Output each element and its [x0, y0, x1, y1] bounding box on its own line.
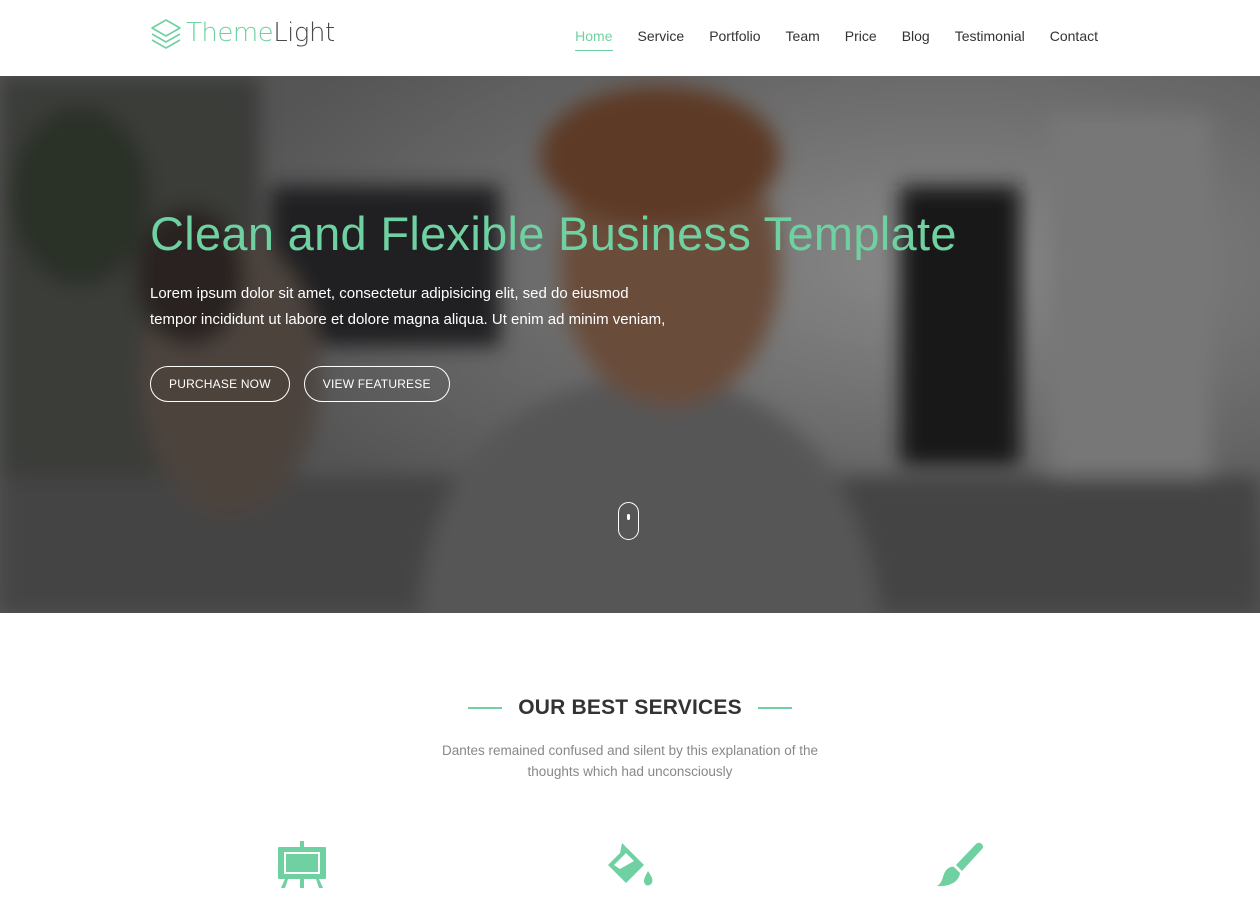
brand-part-light: Light — [273, 18, 335, 48]
nav-service[interactable]: Service — [638, 28, 685, 50]
nav-price[interactable]: Price — [845, 28, 877, 50]
brand-part-theme: Theme — [186, 18, 274, 48]
nav-contact[interactable]: Contact — [1050, 28, 1098, 50]
nav-blog[interactable]: Blog — [902, 28, 930, 50]
layers-icon — [151, 19, 181, 49]
services-section: OUR BEST SERVICES Dantes remained confus… — [0, 613, 1260, 900]
heading-line-left — [468, 707, 503, 709]
hero-buttons: PURCHASE NOW VIEW FEATURESE — [150, 366, 450, 402]
services-subtitle: Dantes remained confused and silent by t… — [430, 740, 830, 782]
nav-testimonial[interactable]: Testimonial — [955, 28, 1025, 50]
purchase-now-button[interactable]: PURCHASE NOW — [150, 366, 290, 402]
scroll-wheel-dot — [627, 514, 630, 520]
hero-description-line-1: Lorem ipsum dolor sit amet, consectetur … — [150, 285, 629, 302]
paintbrush-icon — [937, 842, 984, 887]
site-header: ThemeLight Home Service Portfolio Team P… — [0, 0, 1260, 76]
section-heading: OUR BEST SERVICES — [0, 696, 1260, 720]
brand-name: ThemeLight — [186, 18, 335, 48]
logo[interactable]: ThemeLight — [150, 14, 335, 52]
heading-line-right — [757, 707, 792, 709]
services-subtitle-line-1: Dantes remained confused and silent by t… — [442, 743, 818, 758]
nav-team[interactable]: Team — [786, 28, 820, 50]
nav-portfolio[interactable]: Portfolio — [709, 28, 760, 50]
main-nav: Home Service Portfolio Team Price Blog T… — [575, 28, 1098, 51]
nav-home[interactable]: Home — [575, 28, 613, 51]
hero-section: Clean and Flexible Business Template Lor… — [0, 76, 1260, 613]
hero-description: Lorem ipsum dolor sit amet, consectetur … — [150, 281, 690, 333]
paint-bucket-icon — [608, 843, 653, 886]
view-features-button[interactable]: VIEW FEATURESE — [303, 366, 450, 402]
services-subtitle-line-2: thoughts which had unconsciously — [527, 764, 733, 779]
hero-title: Clean and Flexible Business Template — [150, 207, 957, 260]
hero-description-line-2: tempor incididunt ut labore et dolore ma… — [150, 311, 666, 328]
easel-icon — [278, 841, 326, 888]
scroll-down-icon[interactable] — [618, 502, 639, 540]
services-title: OUR BEST SERVICES — [518, 696, 742, 719]
